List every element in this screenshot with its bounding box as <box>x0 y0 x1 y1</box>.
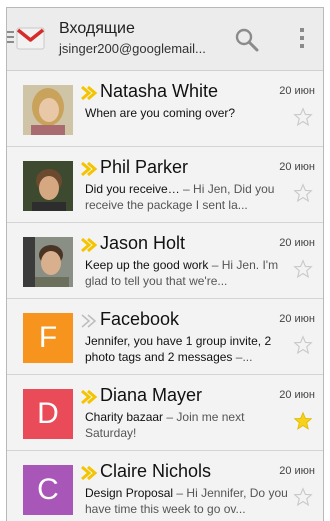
importance-marker-icon[interactable] <box>80 465 98 481</box>
avatar: F <box>23 313 73 363</box>
message-date: 20 июн <box>279 161 315 173</box>
star-icon[interactable] <box>293 487 313 507</box>
message-snippet: When are you coming over? <box>85 105 290 121</box>
message-snippet: Did you receive… – Hi Jen, Did you recei… <box>85 181 290 213</box>
message-subject: Charity bazaar <box>85 410 164 424</box>
message-snippet: Jennifer, you have 1 group invite, 2 pho… <box>85 333 290 365</box>
sender-name: Natasha White <box>100 81 219 101</box>
message-subject: Keep up the good work <box>85 258 209 272</box>
message-date: 20 июн <box>279 237 315 249</box>
avatar <box>23 161 73 211</box>
starred-star-icon[interactable] <box>293 411 313 431</box>
list-item[interactable]: Natasha White 20 июн When are you coming… <box>7 71 323 147</box>
search-icon[interactable] <box>233 26 261 54</box>
gmail-envelope-icon[interactable] <box>16 25 45 51</box>
message-snippet: Charity bazaar – Join me next Saturday! <box>85 409 290 441</box>
up-navigation-icon[interactable] <box>7 31 14 46</box>
list-item[interactable]: Jason Holt 20 июн Keep up the good work … <box>7 223 323 299</box>
sender-name: Claire Nichols <box>100 461 212 481</box>
sender-name: Diana Mayer <box>100 385 203 405</box>
sender-name: Phil Parker <box>100 157 189 177</box>
message-date: 20 июн <box>279 85 315 97</box>
app-window: Входящие jsinger200@googlemail... Natash <box>6 7 324 521</box>
page-title: Входящие <box>59 20 135 37</box>
avatar: D <box>23 389 73 439</box>
message-subject: When are you coming over? <box>85 106 236 120</box>
message-snippet: Keep up the good work – Hi Jen. I'm glad… <box>85 257 290 289</box>
list-item[interactable]: Phil Parker 20 июн Did you receive… – Hi… <box>7 147 323 223</box>
star-icon[interactable] <box>293 335 313 355</box>
importance-marker-icon[interactable] <box>80 161 98 177</box>
list-item[interactable]: F Facebook 20 июн Jennifer, you have 1 g… <box>7 299 323 375</box>
message-preview: –... <box>232 350 253 364</box>
message-date: 20 июн <box>279 389 315 401</box>
message-subject: Did you receive… <box>85 182 180 196</box>
importance-marker-icon[interactable] <box>80 85 98 101</box>
importance-marker-icon[interactable] <box>80 313 98 329</box>
message-list: Natasha White 20 июн When are you coming… <box>7 71 323 521</box>
avatar <box>23 237 73 287</box>
message-snippet: Design Proposal – Hi Jennifer, Do you ha… <box>85 485 290 517</box>
message-date: 20 июн <box>279 313 315 325</box>
action-bar: Входящие jsinger200@googlemail... <box>7 8 323 71</box>
avatar <box>23 85 73 135</box>
avatar: C <box>23 465 73 515</box>
importance-marker-icon[interactable] <box>80 237 98 253</box>
sender-name: Jason Holt <box>100 233 186 253</box>
star-icon[interactable] <box>293 259 313 279</box>
sender-name: Facebook <box>100 309 180 329</box>
importance-marker-icon[interactable] <box>80 389 98 405</box>
star-icon[interactable] <box>293 107 313 127</box>
account-email[interactable]: jsinger200@googlemail... <box>59 41 206 56</box>
message-date: 20 июн <box>279 465 315 477</box>
star-icon[interactable] <box>293 183 313 203</box>
list-item[interactable]: D Diana Mayer 20 июн Charity bazaar – Jo… <box>7 375 323 451</box>
list-item[interactable]: C Claire Nichols 20 июн Design Proposal … <box>7 451 323 521</box>
overflow-menu-icon[interactable] <box>299 28 305 50</box>
message-subject: Design Proposal <box>85 486 174 500</box>
